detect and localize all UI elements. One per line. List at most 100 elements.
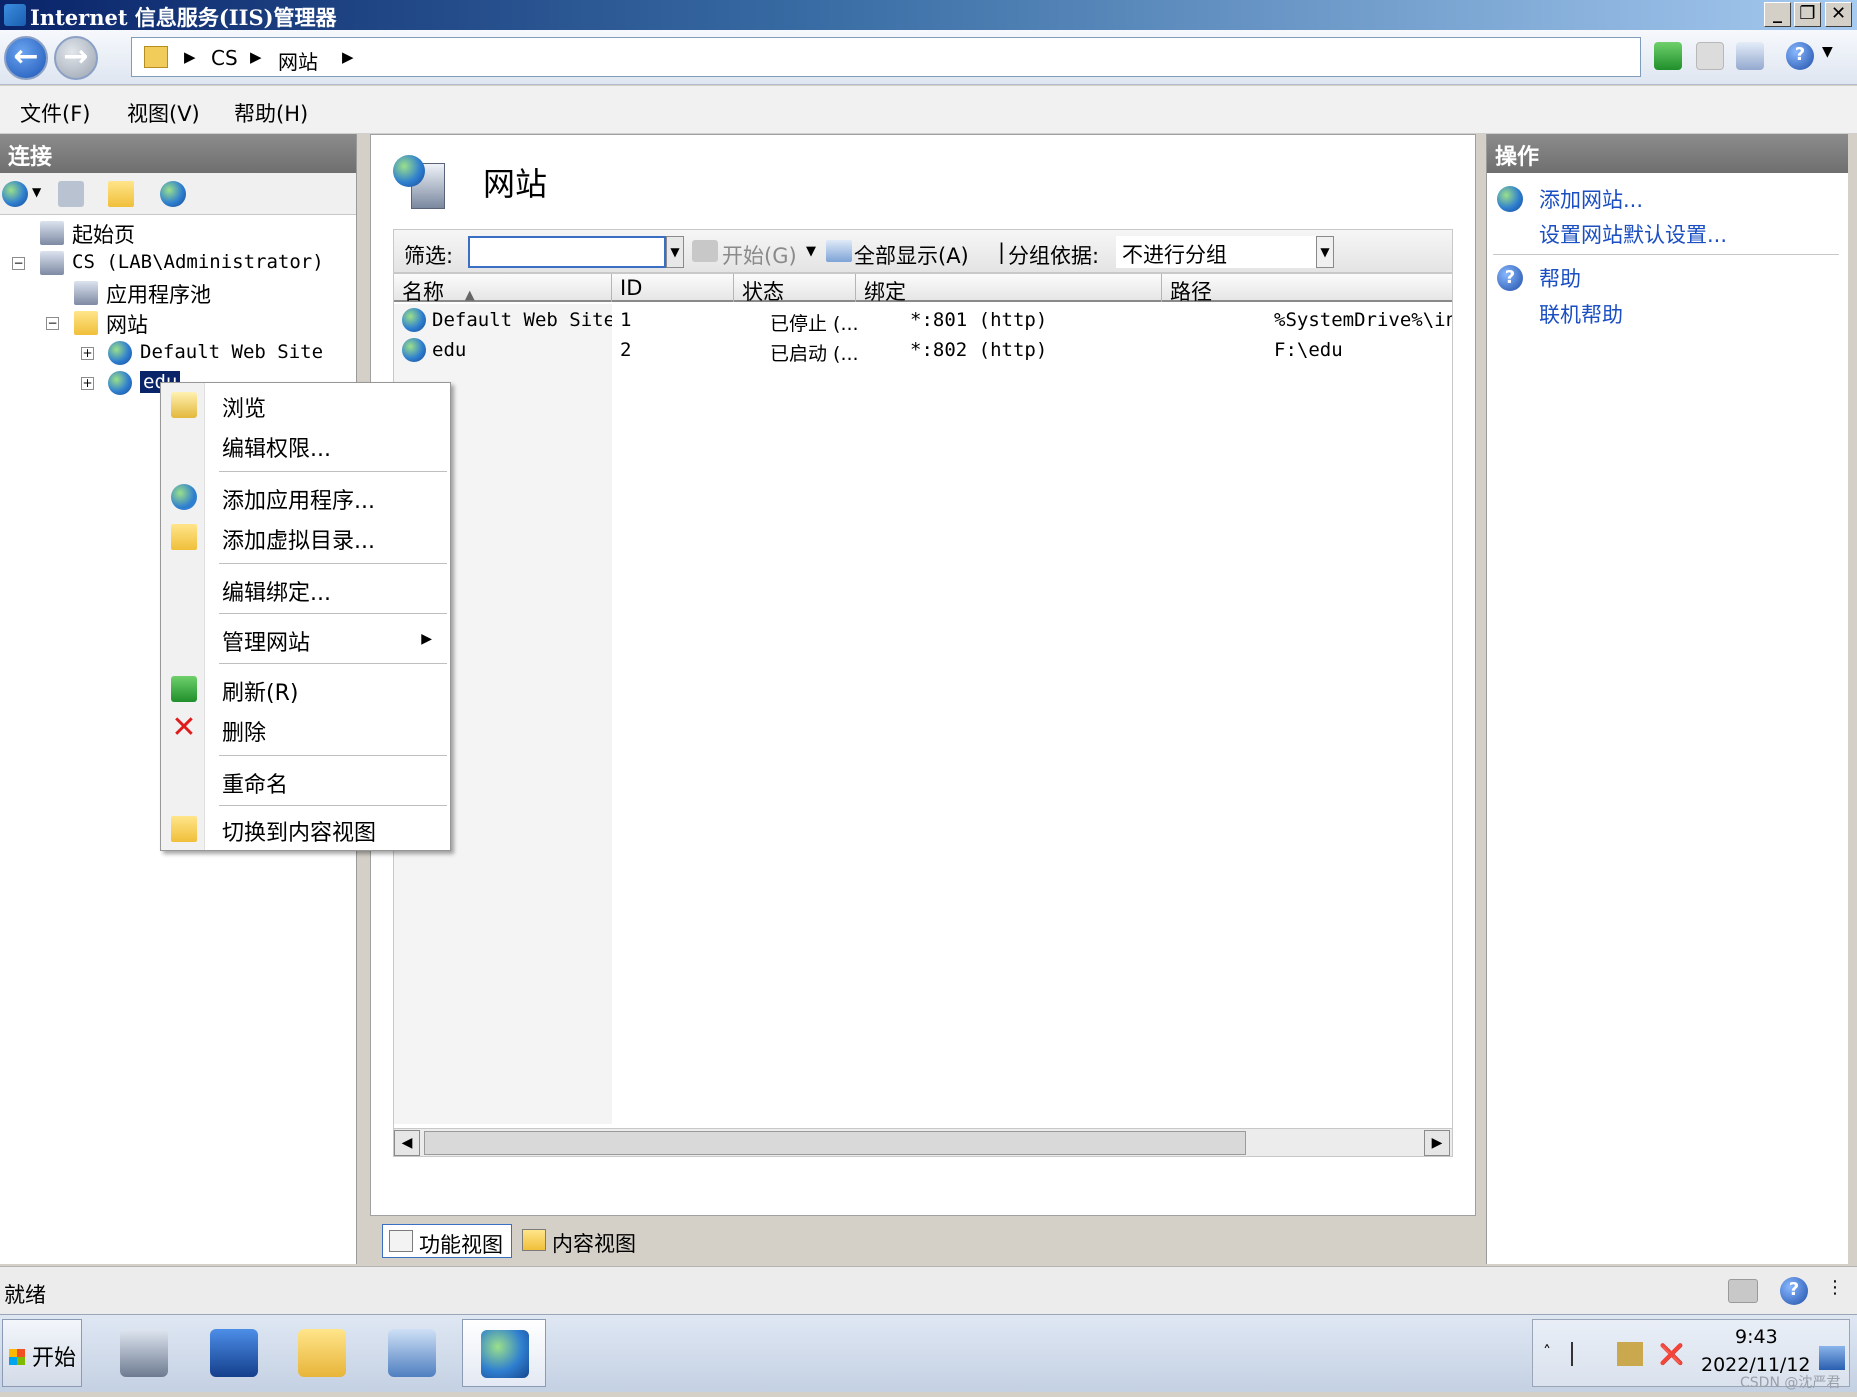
app-pool-icon — [74, 281, 98, 305]
back-button[interactable]: ← — [4, 36, 48, 80]
folder-icon — [144, 46, 168, 68]
table-header: 名称 ▲ ID 状态 绑定 路径 — [394, 274, 1452, 302]
menu-item-edit-bindings[interactable]: 编辑绑定... — [161, 571, 450, 607]
start-dropdown-icon[interactable]: ▼ — [806, 244, 816, 259]
control-panel-icon — [388, 1329, 436, 1377]
binoculars-icon — [692, 240, 718, 262]
network-icon[interactable] — [1617, 1342, 1643, 1366]
filter-input[interactable] — [468, 236, 666, 268]
menu-item-add-virtual-directory[interactable]: 添加虚拟目录... — [161, 519, 450, 555]
keyboard-icon[interactable] — [1728, 1279, 1758, 1303]
minimize-button[interactable]: _ — [1764, 2, 1791, 27]
windows-logo-icon — [9, 1349, 25, 1365]
menu-view[interactable]: 视图(V) — [127, 98, 200, 128]
toolbar-separator: | — [998, 240, 1006, 264]
home-icon[interactable] — [1736, 42, 1764, 70]
save-icon[interactable] — [58, 181, 84, 207]
taskbar-iis-manager[interactable] — [462, 1319, 546, 1387]
add-site-icon — [1497, 186, 1523, 212]
online-help-link[interactable]: 联机帮助 — [1539, 299, 1623, 329]
help-link[interactable]: 帮助 — [1539, 263, 1581, 293]
filter-bar: 筛选: ▼ 开始(G) ▼ 全部显示(A) | 分组依据: 不进行分组 ▼ — [393, 229, 1453, 273]
column-name[interactable]: 名称 ▲ — [394, 274, 612, 302]
breadcrumb-arrow-icon[interactable]: ▶ — [184, 48, 196, 66]
start-button[interactable]: 开始 — [2, 1319, 82, 1387]
horizontal-scrollbar[interactable]: ◀ ▶ — [394, 1128, 1452, 1156]
tab-features-view[interactable]: 功能视图 — [382, 1224, 512, 1258]
taskbar-explorer[interactable] — [280, 1319, 364, 1387]
column-status[interactable]: 状态 — [734, 274, 856, 302]
column-id[interactable]: ID — [612, 274, 734, 302]
help-icon[interactable]: ? — [1786, 42, 1814, 70]
expand-default-site-icon[interactable]: + — [81, 347, 94, 360]
refresh-icon — [171, 676, 197, 702]
menu-item-manage-website[interactable]: 管理网站 ▶ — [161, 621, 450, 657]
context-menu: 浏览 编辑权限... 添加应用程序... 添加虚拟目录... 编辑绑定... 管… — [160, 382, 451, 851]
add-site-link[interactable]: 添加网站... — [1539, 184, 1643, 214]
breadcrumb-sites[interactable]: 网站 — [278, 46, 318, 75]
sites-table: 名称 ▲ ID 状态 绑定 路径 Default Web Site 1 已停止 … — [393, 273, 1453, 1157]
filter-dropdown-button[interactable]: ▼ — [666, 236, 684, 268]
group-by-dropdown-button[interactable]: ▼ — [1316, 236, 1334, 268]
iis-manager-icon — [481, 1330, 529, 1378]
add-virtual-directory-icon — [171, 524, 197, 550]
sites-icon — [393, 155, 451, 213]
clock-time[interactable]: 9:43 — [1735, 1326, 1778, 1348]
flag-icon[interactable] — [1571, 1342, 1597, 1366]
collapse-server-icon[interactable]: − — [12, 257, 25, 270]
help-dropdown-icon[interactable]: ▼ — [1822, 44, 1833, 60]
forward-button[interactable]: → — [54, 36, 98, 80]
group-by-select[interactable]: 不进行分组 — [1116, 236, 1316, 268]
menu-item-switch-content-view[interactable]: 切换到内容视图 — [161, 811, 450, 847]
show-desktop-icon[interactable] — [1819, 1346, 1845, 1370]
page-title: 网站 — [483, 165, 548, 203]
tab-content-view[interactable]: 内容视图 — [516, 1224, 644, 1258]
filter-label: 筛选: — [404, 244, 454, 268]
table-row[interactable]: Default Web Site 1 已停止 (... *:801 (http)… — [394, 306, 1452, 335]
scroll-left-icon[interactable]: ◀ — [394, 1130, 420, 1156]
menu-bar: 文件(F) 视图(V) 帮助(H) — [0, 86, 1857, 134]
menu-help[interactable]: 帮助(H) — [234, 98, 308, 128]
table-row[interactable]: edu 2 已启动 (... *:802 (http) F:\edu — [394, 336, 1452, 365]
column-binding[interactable]: 绑定 — [856, 274, 1162, 302]
address-bar[interactable]: ▶ CS ▶ 网站 ▶ — [131, 37, 1641, 77]
collapse-sites-icon[interactable]: − — [46, 317, 59, 330]
disconnect-icon[interactable] — [160, 181, 186, 207]
scrollbar-thumb[interactable] — [424, 1131, 1246, 1155]
menu-item-rename[interactable]: 重命名 — [161, 763, 450, 799]
stop-icon[interactable] — [1696, 42, 1724, 70]
start-filter-button[interactable]: 开始(G) — [722, 240, 797, 270]
breadcrumb-cs[interactable]: CS — [211, 46, 238, 70]
help-icon[interactable]: ? — [1780, 1277, 1808, 1305]
view-tabs: 功能视图 内容视图 — [370, 1220, 1476, 1264]
menu-item-refresh[interactable]: 刷新(R) — [161, 671, 450, 707]
connect-dropdown-icon[interactable]: ▼ — [32, 185, 41, 199]
show-all-button[interactable]: 全部显示(A) — [854, 240, 969, 270]
status-text: 就绪 — [4, 1283, 46, 1307]
scroll-right-icon[interactable]: ▶ — [1424, 1130, 1450, 1156]
refresh-icon[interactable] — [1654, 42, 1682, 70]
resize-grip-icon[interactable]: ⋮ — [1826, 1277, 1844, 1298]
menu-file[interactable]: 文件(F) — [20, 98, 90, 128]
maximize-button[interactable]: ❐ — [1794, 2, 1821, 27]
show-hidden-icons[interactable]: ˄ — [1543, 1342, 1569, 1366]
breadcrumb-arrow-icon[interactable]: ▶ — [250, 48, 262, 66]
taskbar-powershell[interactable] — [192, 1319, 276, 1387]
iis-app-icon — [4, 4, 26, 26]
expand-edu-site-icon[interactable]: + — [81, 377, 94, 390]
connect-icon[interactable] — [2, 181, 28, 207]
menu-item-delete[interactable]: ✕ 删除 — [161, 711, 450, 747]
site-defaults-link[interactable]: 设置网站默认设置... — [1539, 219, 1727, 249]
column-path[interactable]: 路径 — [1162, 274, 1452, 302]
menu-item-add-application[interactable]: 添加应用程序... — [161, 479, 450, 515]
start-page-icon — [40, 221, 64, 245]
menu-item-browse[interactable]: 浏览 — [161, 387, 450, 423]
menu-item-edit-permissions[interactable]: 编辑权限... — [161, 427, 450, 463]
show-all-icon — [826, 240, 852, 262]
breadcrumb-arrow-icon[interactable]: ▶ — [342, 48, 354, 66]
taskbar-server-manager[interactable] — [102, 1319, 186, 1387]
up-folder-icon[interactable] — [108, 181, 134, 207]
taskbar-control-panel[interactable] — [370, 1319, 454, 1387]
close-button[interactable]: ✕ — [1825, 2, 1852, 27]
volume-muted-icon[interactable]: ❌ — [1659, 1342, 1685, 1366]
